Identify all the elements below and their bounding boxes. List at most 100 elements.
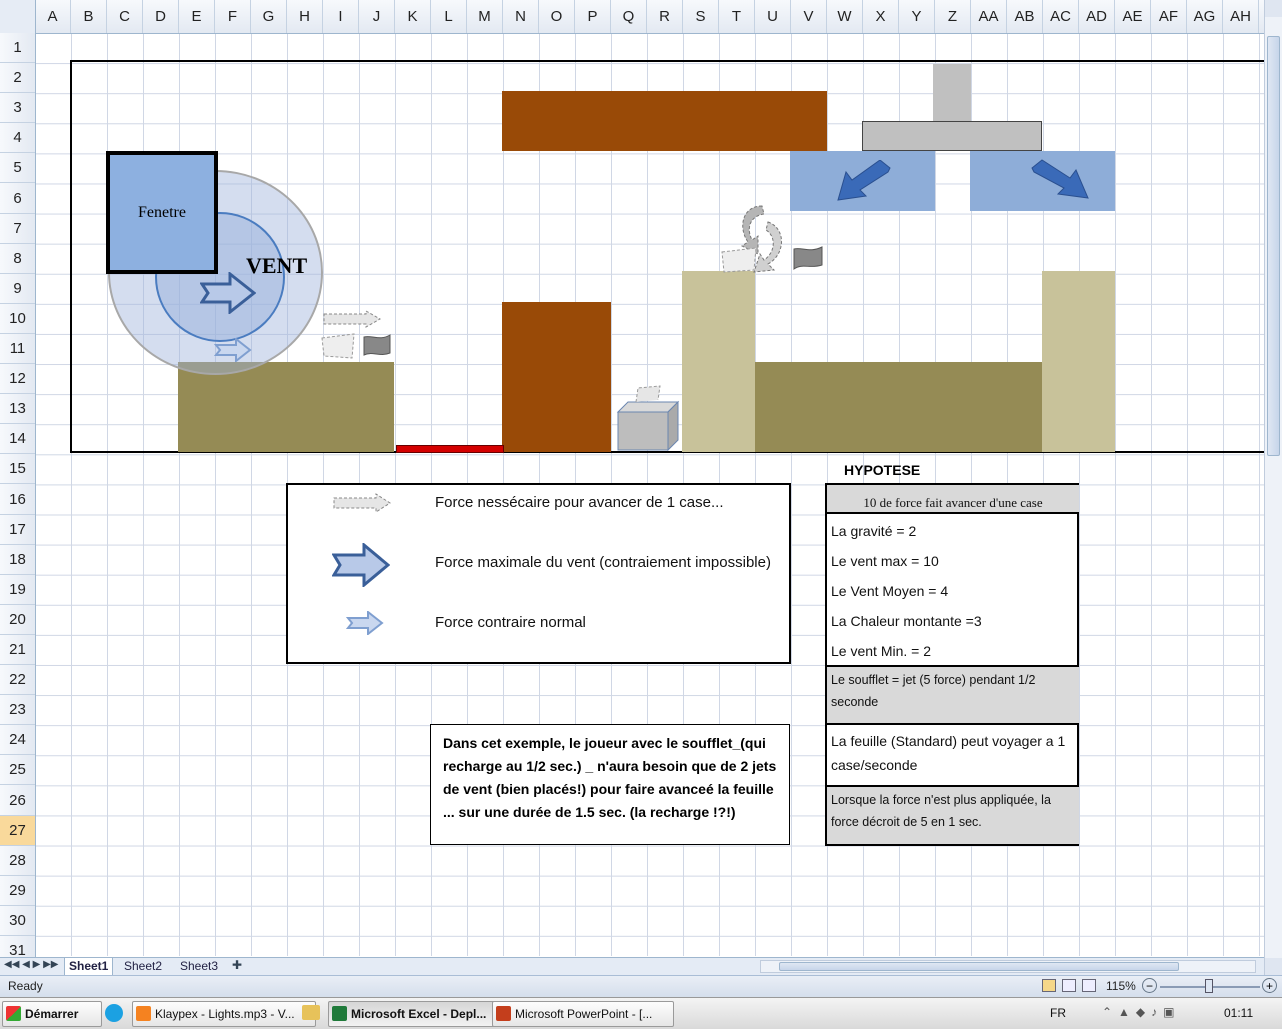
zoom-in-button[interactable]: + bbox=[1262, 978, 1277, 993]
view-normal-icon[interactable] bbox=[1042, 979, 1056, 992]
row-header-30[interactable]: 30 bbox=[0, 906, 35, 936]
row-header-20[interactable]: 20 bbox=[0, 605, 35, 635]
row-header-25[interactable]: 25 bbox=[0, 755, 35, 786]
row-header-3[interactable]: 3 bbox=[0, 93, 35, 124]
column-header-i[interactable]: I bbox=[323, 0, 359, 33]
column-header-ab[interactable]: AB bbox=[1007, 0, 1043, 33]
column-header-d[interactable]: D bbox=[143, 0, 179, 33]
row-header-19[interactable]: 19 bbox=[0, 575, 35, 605]
column-header-h[interactable]: H bbox=[287, 0, 323, 33]
zoom-slider-thumb[interactable] bbox=[1205, 979, 1213, 993]
column-header-ac[interactable]: AC bbox=[1043, 0, 1079, 33]
column-header-aa[interactable]: AA bbox=[971, 0, 1007, 33]
column-header-s[interactable]: S bbox=[683, 0, 719, 33]
hscroll-thumb[interactable] bbox=[779, 962, 1179, 971]
row-header-1[interactable]: 1 bbox=[0, 33, 35, 64]
column-header-q[interactable]: Q bbox=[611, 0, 647, 33]
row-header-bar: 1 2 3 4 5 6 7 8 9 10 11 12 13 14 15 16 17 18 19 20 21 22 23 24 2… bbox=[0, 33, 36, 957]
row-header-28[interactable]: 28 bbox=[0, 846, 35, 876]
column-header-t[interactable]: T bbox=[719, 0, 755, 33]
column-header-p[interactable]: P bbox=[575, 0, 611, 33]
leaf-ghost-2-icon bbox=[721, 247, 757, 273]
tab-sheet2[interactable]: Sheet2 bbox=[120, 958, 166, 975]
column-header-f[interactable]: F bbox=[215, 0, 251, 33]
column-header-k[interactable]: K bbox=[395, 0, 431, 33]
column-header-u[interactable]: U bbox=[755, 0, 791, 33]
column-header-r[interactable]: R bbox=[647, 0, 683, 33]
column-header-af[interactable]: AF bbox=[1151, 0, 1187, 33]
row-header-17[interactable]: 17 bbox=[0, 515, 35, 545]
language-indicator[interactable]: FR bbox=[1050, 1006, 1066, 1020]
taskbar-item-excel[interactable]: Microsoft Excel - Depl... bbox=[328, 1001, 510, 1027]
column-header-c[interactable]: C bbox=[107, 0, 143, 33]
row-header-4[interactable]: 4 bbox=[0, 123, 35, 154]
row-header-18[interactable]: 18 bbox=[0, 545, 35, 575]
scroll-down-button[interactable] bbox=[1265, 958, 1282, 975]
row-header-22[interactable]: 22 bbox=[0, 665, 35, 696]
column-header-y[interactable]: Y bbox=[899, 0, 935, 33]
sheet-nav-buttons[interactable]: ◀◀ ◀ ▶ ▶▶ bbox=[4, 959, 58, 970]
view-pagebreak-icon[interactable] bbox=[1082, 979, 1096, 992]
zoom-level[interactable]: 115% bbox=[1106, 979, 1136, 993]
tab-sheet1[interactable]: Sheet1 bbox=[64, 958, 114, 976]
legend-large-arrow-icon bbox=[332, 543, 390, 587]
scroll-thumb[interactable] bbox=[1267, 36, 1280, 456]
row-header-26[interactable]: 26 bbox=[0, 786, 35, 816]
column-header-v[interactable]: V bbox=[791, 0, 827, 33]
row-header-7[interactable]: 7 bbox=[0, 214, 35, 244]
column-header-e[interactable]: E bbox=[179, 0, 215, 33]
vertical-scrollbar[interactable] bbox=[1264, 0, 1282, 975]
folder-icon[interactable] bbox=[302, 1005, 320, 1020]
row-header-24[interactable]: 24 bbox=[0, 725, 35, 756]
row-header-29[interactable]: 29 bbox=[0, 876, 35, 906]
taskbar-item-powerpoint[interactable]: Microsoft PowerPoint - [... bbox=[492, 1001, 674, 1027]
row-header-16[interactable]: 16 bbox=[0, 485, 35, 515]
column-header-ad[interactable]: AD bbox=[1079, 0, 1115, 33]
column-header-m[interactable]: M bbox=[467, 0, 503, 33]
row-header-21[interactable]: 21 bbox=[0, 635, 35, 666]
row-header-6[interactable]: 6 bbox=[0, 184, 35, 214]
row-header-5[interactable]: 5 bbox=[0, 153, 35, 184]
column-header-o[interactable]: O bbox=[539, 0, 575, 33]
row-header-23[interactable]: 23 bbox=[0, 695, 35, 726]
row-header-10[interactable]: 10 bbox=[0, 304, 35, 334]
column-header-ae[interactable]: AE bbox=[1115, 0, 1151, 33]
row-header-13[interactable]: 13 bbox=[0, 394, 35, 425]
row-header-15[interactable]: 15 bbox=[0, 454, 35, 485]
start-button[interactable]: Démarrer bbox=[2, 1001, 102, 1027]
column-header-a[interactable]: A bbox=[35, 0, 71, 33]
insert-sheet-icon[interactable]: ✚ bbox=[232, 958, 242, 972]
row-header-11[interactable]: 11 bbox=[0, 334, 35, 365]
view-layout-icon[interactable] bbox=[1062, 979, 1076, 992]
row-header-14[interactable]: 14 bbox=[0, 424, 35, 455]
row-header-12[interactable]: 12 bbox=[0, 364, 35, 395]
taskbar-item-vlc[interactable]: Klaypex - Lights.mp3 - V... bbox=[132, 1001, 316, 1027]
quicklaunch-skype-icon[interactable] bbox=[105, 1004, 123, 1022]
horizontal-scrollbar[interactable] bbox=[760, 960, 1256, 973]
column-header-z[interactable]: Z bbox=[935, 0, 971, 33]
select-all-corner[interactable] bbox=[0, 0, 36, 33]
vlc-icon bbox=[136, 1006, 151, 1021]
column-header-ah[interactable]: AH bbox=[1223, 0, 1259, 33]
column-header-l[interactable]: L bbox=[431, 0, 467, 33]
tray-icons[interactable]: ⌃▲◆♪▣ bbox=[1102, 1005, 1181, 1019]
row-header-27[interactable]: 27 bbox=[0, 815, 35, 846]
column-header-j[interactable]: J bbox=[359, 0, 395, 33]
zoom-out-button[interactable]: − bbox=[1142, 978, 1157, 993]
row-header-31[interactable]: 31 bbox=[0, 936, 35, 957]
column-header-b[interactable]: B bbox=[71, 0, 107, 33]
olive-ground-right bbox=[755, 362, 1043, 452]
row-header-8[interactable]: 8 bbox=[0, 244, 35, 274]
column-header-bar: A B C D E F G H I J K L M N O P Q R S T U V W X Y Z AA AB AC AD AE AF AG… bbox=[0, 0, 1264, 34]
hypothesis-line-3: Le Vent Moyen = 4 bbox=[831, 583, 949, 599]
row-header-2[interactable]: 2 bbox=[0, 63, 35, 94]
column-header-g[interactable]: G bbox=[251, 0, 287, 33]
column-header-w[interactable]: W bbox=[827, 0, 863, 33]
tab-sheet3[interactable]: Sheet3 bbox=[176, 958, 222, 975]
row-header-9[interactable]: 9 bbox=[0, 274, 35, 304]
windows-logo-icon bbox=[6, 1006, 21, 1021]
scroll-up-button[interactable] bbox=[1265, 0, 1282, 17]
column-header-ag[interactable]: AG bbox=[1187, 0, 1223, 33]
column-header-n[interactable]: N bbox=[503, 0, 539, 33]
column-header-x[interactable]: X bbox=[863, 0, 899, 33]
